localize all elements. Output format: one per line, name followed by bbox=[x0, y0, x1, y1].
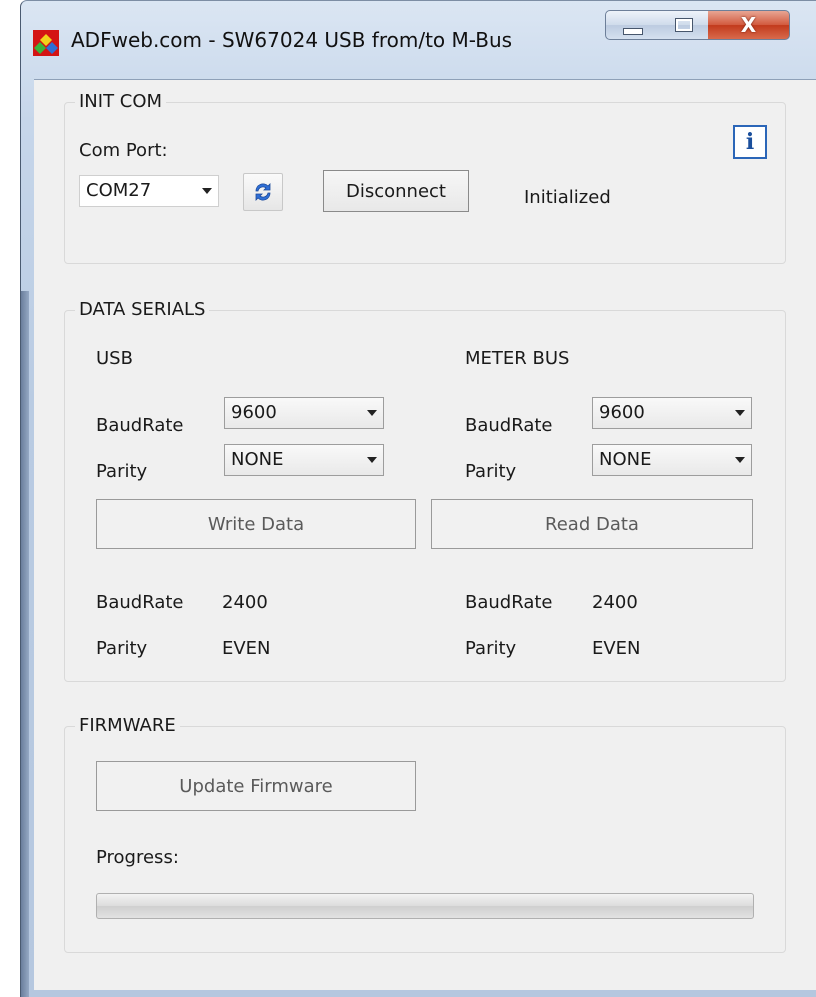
disconnect-button[interactable]: Disconnect bbox=[323, 170, 469, 212]
meter-bus-current-parity-value: EVEN bbox=[592, 638, 641, 659]
firmware-legend: FIRMWARE bbox=[75, 715, 180, 736]
minimize-icon bbox=[622, 27, 643, 35]
chevron-down-icon bbox=[735, 457, 745, 463]
data-serials-group: DATA SERIALS USB BaudRate 9600 Parity NO… bbox=[64, 299, 786, 682]
init-com-group: INIT COM Com Port: COM27 Disconnect Init… bbox=[64, 91, 786, 264]
update-firmware-button[interactable]: Update Firmware bbox=[96, 761, 416, 811]
meter-bus-current-baudrate-label: BaudRate bbox=[465, 592, 553, 613]
minimize-button[interactable] bbox=[605, 10, 660, 40]
write-data-button[interactable]: Write Data bbox=[96, 499, 416, 549]
maximize-button[interactable] bbox=[659, 10, 709, 40]
com-port-value: COM27 bbox=[86, 180, 152, 201]
meter-bus-current-baudrate-value: 2400 bbox=[592, 592, 638, 613]
close-icon: X bbox=[740, 13, 757, 37]
com-port-label: Com Port: bbox=[79, 140, 168, 161]
firmware-group: FIRMWARE Update Firmware Progress: bbox=[64, 715, 786, 953]
meter-bus-parity-label: Parity bbox=[465, 461, 517, 482]
usb-baudrate-value: 9600 bbox=[231, 402, 277, 423]
application-window: ADFweb.com - SW67024 USB from/to M-Bus X… bbox=[20, 0, 816, 997]
firmware-progress-bar bbox=[96, 893, 754, 919]
connection-status: Initialized bbox=[524, 187, 611, 208]
init-com-legend: INIT COM bbox=[75, 91, 167, 112]
adfweb-app-icon[interactable] bbox=[33, 30, 59, 56]
progress-label: Progress: bbox=[96, 847, 179, 868]
close-button[interactable]: X bbox=[708, 10, 790, 40]
usb-current-parity-label: Parity bbox=[96, 638, 148, 659]
usb-parity-select[interactable]: NONE bbox=[224, 444, 384, 476]
usb-current-baudrate-label: BaudRate bbox=[96, 592, 184, 613]
meter-bus-heading: METER BUS bbox=[465, 348, 570, 369]
usb-parity-label: Parity bbox=[96, 461, 148, 482]
maximize-icon bbox=[674, 18, 693, 32]
meter-bus-baudrate-label: BaudRate bbox=[465, 415, 553, 436]
client-area: INIT COM Com Port: COM27 Disconnect Init… bbox=[34, 79, 816, 990]
usb-parity-value: NONE bbox=[231, 449, 284, 470]
meter-bus-current-parity-label: Parity bbox=[465, 638, 517, 659]
read-data-button[interactable]: Read Data bbox=[431, 499, 753, 549]
meter-bus-baudrate-select[interactable]: 9600 bbox=[592, 397, 752, 429]
usb-current-parity-value: EVEN bbox=[222, 638, 271, 659]
meter-bus-baudrate-value: 9600 bbox=[599, 402, 645, 423]
usb-heading: USB bbox=[96, 348, 133, 369]
info-button[interactable]: i bbox=[733, 125, 767, 159]
usb-baudrate-select[interactable]: 9600 bbox=[224, 397, 384, 429]
usb-current-baudrate-value: 2400 bbox=[222, 592, 268, 613]
chevron-down-icon bbox=[367, 457, 377, 463]
chevron-down-icon bbox=[202, 188, 212, 194]
info-icon: i bbox=[745, 129, 755, 155]
chevron-down-icon bbox=[367, 410, 377, 416]
window-title: ADFweb.com - SW67024 USB from/to M-Bus bbox=[71, 28, 513, 52]
chevron-down-icon bbox=[735, 410, 745, 416]
refresh-icon bbox=[255, 183, 271, 201]
refresh-button[interactable] bbox=[243, 173, 283, 211]
meter-bus-parity-value: NONE bbox=[599, 449, 652, 470]
usb-baudrate-label: BaudRate bbox=[96, 415, 184, 436]
meter-bus-parity-select[interactable]: NONE bbox=[592, 444, 752, 476]
title-bar[interactable]: ADFweb.com - SW67024 USB from/to M-Bus X bbox=[21, 1, 816, 79]
com-port-select[interactable]: COM27 bbox=[79, 175, 219, 207]
data-serials-legend: DATA SERIALS bbox=[75, 299, 210, 320]
